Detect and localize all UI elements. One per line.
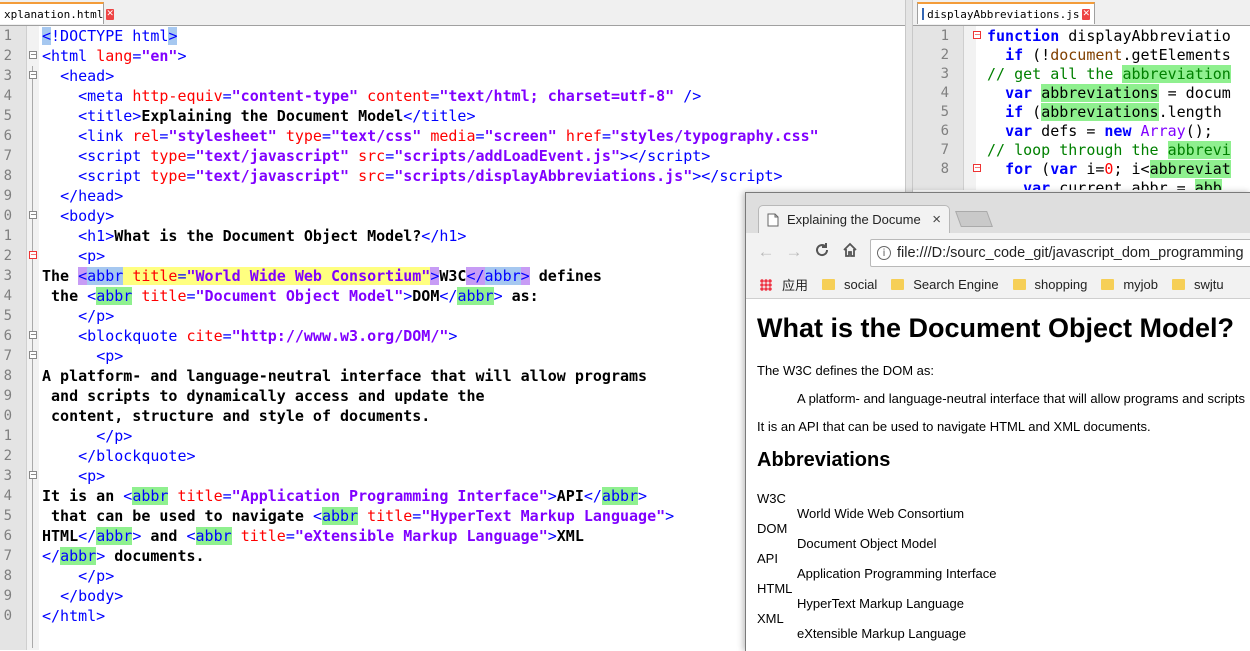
code-line: 6 var defs = new Array();: [940, 122, 1213, 140]
tab-display-abbreviations-js[interactable]: displayAbbreviations.js ✕: [917, 2, 1095, 24]
folder-icon: [1012, 279, 1026, 290]
abbr-term: HTML: [757, 581, 793, 596]
code-line: 7// loop through the abbrevi: [940, 141, 1231, 159]
abbr-term: API: [757, 551, 778, 566]
abbr-definition: World Wide Web Consortium: [797, 506, 965, 521]
info-icon[interactable]: i: [877, 246, 891, 260]
file-icon: [922, 8, 925, 20]
browser-tab-title: Explaining the Docume: [787, 212, 921, 227]
code-line: 3− <head>: [3, 67, 115, 85]
code-line: 6 <link rel="stylesheet" type="text/css"…: [3, 127, 819, 145]
code-line: 3// get all the abbreviation: [940, 65, 1231, 83]
browser-tabstrip: Explaining the Docume ×: [746, 193, 1250, 233]
abbreviations-heading: Abbreviations: [757, 449, 891, 471]
tab-explanation-html[interactable]: xplanation.html ✕: [0, 2, 114, 24]
folder-icon: [1172, 279, 1186, 290]
fold-collapse-icon[interactable]: −: [973, 31, 981, 39]
code-line: var current_abbr = abb: [913, 178, 1250, 190]
code-line: 5 <title>Explaining the Document Model</…: [3, 107, 476, 125]
url-text: file:///D:/sourc_code_git/javascript_dom…: [897, 245, 1244, 261]
abbr-definition: eXtensible Markup Language: [797, 626, 967, 641]
close-icon[interactable]: ✕: [106, 8, 114, 20]
fold-collapse-icon[interactable]: −: [973, 164, 981, 172]
abbr-term: XML: [757, 611, 784, 626]
api-paragraph: It is an API that can be used to navigat…: [757, 419, 1151, 434]
page-content: What is the Document Object Model? The W…: [746, 299, 1250, 651]
bookmarks-bar: 应用 social Search Engine shopping myjob s…: [746, 271, 1250, 299]
code-line: 8− for (var i=0; i<abbreviat: [940, 160, 1231, 178]
browser-toolbar: ← → i file:///D:/sourc_code_git/javascri…: [746, 233, 1250, 271]
back-arrow-icon[interactable]: ←: [756, 242, 776, 262]
code-line: 8 <script type="text/javascript" src="sc…: [3, 167, 783, 185]
fold-collapse-icon[interactable]: −: [29, 351, 37, 359]
close-icon[interactable]: ×: [932, 211, 941, 228]
bookmark-apps[interactable]: 应用: [746, 275, 808, 294]
folder-icon: [1101, 279, 1115, 290]
code-line: 7 <script type="text/javascript" src="sc…: [3, 147, 711, 165]
code-line: 5 if (abbreviations.length: [940, 103, 1222, 121]
js-editor-pane[interactable]: displayAbbreviations.js ✕ 1− function dis…: [913, 0, 1250, 190]
browser-tab[interactable]: Explaining the Docume ×: [758, 205, 950, 233]
code-line: 1− function displayAbbreviatio: [940, 27, 1231, 45]
fold-collapse-icon[interactable]: −: [29, 251, 37, 259]
abbr-term: DOM: [757, 521, 788, 536]
fold-collapse-icon[interactable]: −: [29, 471, 37, 479]
blockquote-text: A platform- and language-neutral interfa…: [797, 391, 1246, 406]
reload-icon[interactable]: [812, 242, 832, 263]
abbr-definition: Document Object Model: [797, 536, 937, 551]
intro-paragraph: The W3C defines the DOM as:: [757, 363, 935, 378]
new-tab-button[interactable]: [955, 211, 993, 227]
address-bar[interactable]: i file:///D:/sourc_code_git/javascript_d…: [870, 239, 1250, 267]
fold-collapse-icon[interactable]: −: [29, 331, 37, 339]
bookmark-social[interactable]: social: [822, 277, 877, 292]
bookmark-swjtu[interactable]: swjtu: [1172, 277, 1224, 292]
forward-arrow-icon[interactable]: →: [784, 242, 804, 262]
abbr-definition: HyperText Markup Language: [797, 596, 964, 611]
code-line: 2 if (!document.getElements: [940, 46, 1231, 64]
fold-collapse-icon[interactable]: −: [29, 71, 37, 79]
bookmark-search-engine[interactable]: Search Engine: [891, 277, 999, 292]
fold-collapse-icon[interactable]: −: [29, 211, 37, 219]
code-line: 2− <html lang="en">: [3, 47, 187, 65]
abbr-definition: Application Programming Interface: [797, 566, 997, 581]
folder-icon: [822, 279, 836, 290]
editor-tabbar: displayAbbreviations.js ✕: [913, 0, 1250, 26]
bookmark-myjob[interactable]: myjob: [1101, 277, 1158, 292]
tab-label: displayAbbreviations.js: [927, 7, 1080, 21]
home-icon[interactable]: [840, 242, 860, 263]
fold-collapse-icon[interactable]: −: [29, 51, 37, 59]
folder-icon: [891, 279, 905, 290]
editor-tabbar: xplanation.html ✕: [0, 0, 905, 26]
page-icon: [767, 213, 779, 226]
code-editor[interactable]: 1− function displayAbbreviatio 2 if (!doc…: [913, 26, 1250, 190]
apps-grid-icon: [760, 278, 772, 291]
abbr-term: W3C: [757, 491, 786, 506]
page-heading: What is the Document Object Model?: [757, 313, 1235, 343]
tab-label: xplanation.html: [4, 7, 104, 21]
code-line: 4 <meta http-equiv="content-type" conten…: [3, 87, 702, 105]
browser-window: Explaining the Docume × ← → i file:///D:…: [745, 192, 1250, 651]
close-icon[interactable]: ✕: [1082, 8, 1090, 20]
bookmark-shopping[interactable]: shopping: [1012, 277, 1087, 292]
code-line: 1 <!DOCTYPE html>: [3, 27, 178, 45]
code-line: 4 var abbreviations = docum: [940, 84, 1231, 102]
